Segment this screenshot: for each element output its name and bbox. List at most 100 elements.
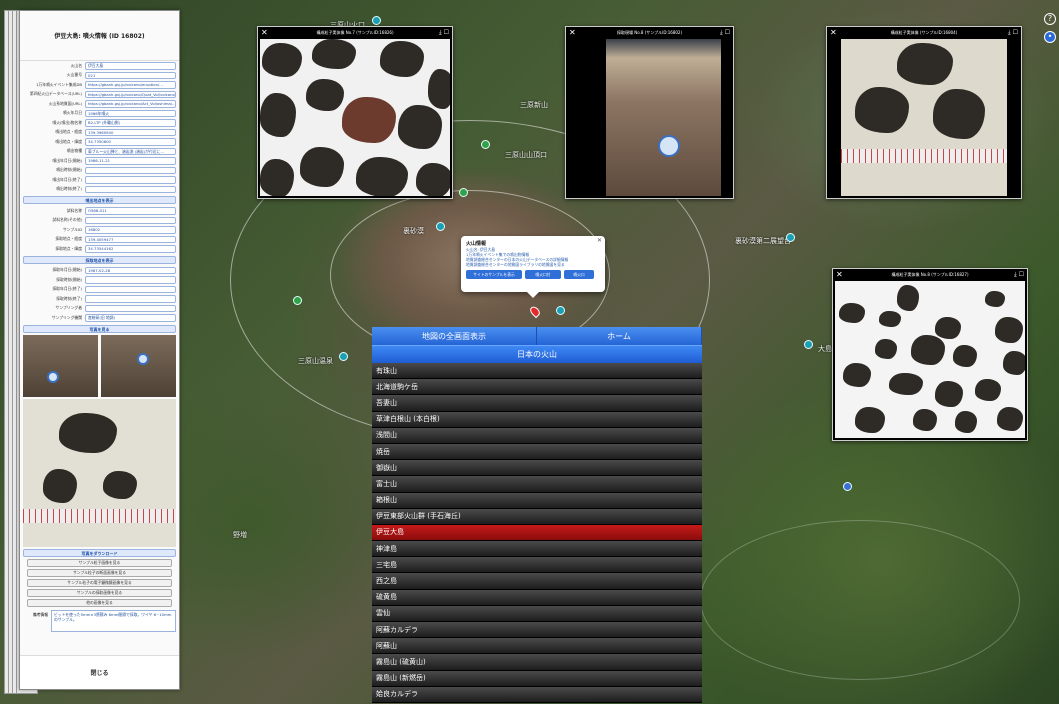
volcano-list-item[interactable]: 三宅島 [372, 557, 702, 574]
map-poi-marker[interactable] [481, 140, 490, 149]
volcano-list-item[interactable]: 御嶽山 [372, 460, 702, 477]
field-value[interactable] [85, 295, 176, 303]
crater-button-1[interactable]: 噴火口付 [525, 270, 561, 279]
volcano-list-item[interactable]: 阿蘇カルデラ [372, 622, 702, 639]
volcano-list-item[interactable]: 霧島山 (硫黄山) [372, 654, 702, 671]
volcano-list-item[interactable]: 西之島 [372, 573, 702, 590]
field-value[interactable]: 34.73544162 [85, 245, 176, 253]
map-poi-marker[interactable] [339, 352, 348, 361]
volcano-list-item[interactable]: 神津島 [372, 541, 702, 558]
field-value[interactable]: 34.7350600 [85, 138, 176, 146]
location-icon[interactable]: • [1044, 31, 1056, 43]
photo-window-1[interactable]: ✕ 構成粒子実体像 No.7 (サンプルID:16826) ⤓ ☐ [257, 26, 453, 199]
field-value[interactable]: https://gbank.gsj.jp/volcano/Quat_Vol/vo… [85, 90, 176, 98]
volcano-list-item[interactable]: 硫黄島 [372, 589, 702, 606]
volcano-list-item[interactable]: 焼岳 [372, 443, 702, 461]
home-button[interactable]: ホーム [537, 327, 702, 345]
volcano-list-item[interactable]: 霧島山 (新燃岳) [372, 670, 702, 687]
photo-window-4[interactable]: ✕ 構成粒子実体像 No.8 (サンプルID:16827) ⤓ ☐ [832, 268, 1028, 441]
volcano-list-item[interactable]: 阿蘇山 [372, 638, 702, 655]
field-value[interactable]: 021 [85, 71, 176, 79]
photo-tools-icon[interactable]: ⤓ ☐ [720, 28, 730, 37]
field-value[interactable] [85, 176, 176, 184]
field-value[interactable]: 139.4059477 [85, 235, 176, 243]
photo-window-3[interactable]: ✕ 構成粒子実体像 (サンプルID:16804) ⤓ ☐ [826, 26, 1022, 199]
map-poi-marker[interactable] [372, 16, 381, 25]
field-value[interactable]: B2-LTP (外輪山側) [85, 119, 176, 127]
field-row: 噴火(噴出)物名称 B2-LTP (外輪山側) [20, 118, 179, 128]
volcano-list-item[interactable]: 富士山 [372, 476, 702, 493]
field-row: 噴出時刻(開始) [20, 166, 179, 176]
photo-tools-icon[interactable]: ⤓ ☐ [1014, 270, 1024, 279]
volcano-list-item-selected[interactable]: 伊豆大島 [372, 524, 702, 542]
field-label: 採取時刻(終了) [56, 295, 82, 301]
field-value[interactable]: 1987-02-28 [85, 266, 176, 274]
map-poi-marker[interactable] [459, 188, 468, 197]
close-icon[interactable]: ✕ [261, 28, 268, 37]
download-option-button[interactable]: サンプル粒子の電子顕微鏡画像を見る [27, 578, 172, 587]
close-icon[interactable]: ✕ [836, 270, 843, 279]
show-eruption-point-button[interactable]: 噴出地点を表示 [23, 196, 176, 204]
field-value[interactable]: 139.3960940 [85, 128, 176, 136]
field-value[interactable]: 伊豆大島 [85, 62, 176, 70]
close-icon[interactable]: ✕ [597, 237, 602, 244]
field-value[interactable] [85, 276, 176, 284]
volcano-list-item[interactable]: 草津白根山 (本白根) [372, 411, 702, 428]
show-sampling-point-button[interactable]: 採取地点を表示 [23, 255, 176, 264]
map-poi-marker[interactable] [843, 482, 852, 491]
field-label: サンプルID [62, 226, 82, 232]
field-value[interactable]: O586-011 [85, 207, 176, 215]
map-poi-marker[interactable] [786, 233, 795, 242]
volcano-list-item[interactable]: 伊豆東部火山群 (手石海丘) [372, 508, 702, 525]
field-value[interactable] [85, 185, 176, 193]
field-value[interactable]: https://gbank.gsj.jp/volcano/Act_Vol/osh… [85, 100, 176, 108]
field-label: 試料名称 [66, 207, 82, 213]
photo-tools-icon[interactable]: ⤓ ☐ [439, 28, 449, 37]
close-icon[interactable]: ✕ [830, 28, 837, 37]
field-value[interactable]: 車ブルー火山弾と、溶岩流 (溶岩)が付近に... [85, 147, 176, 155]
volcano-list-item[interactable]: 有珠山 [372, 363, 702, 380]
field-value[interactable] [85, 304, 176, 312]
field-value[interactable]: https://gbank.gsj.jp/volcano/eruption/..… [85, 81, 176, 89]
help-icon[interactable]: ? [1044, 13, 1056, 25]
photo-image [260, 39, 450, 196]
panel-photo-site-2[interactable] [101, 334, 176, 397]
volcano-list-panel: 地図の全画面表示 ホーム 日本の火山 有珠山 北海道駒ケ岳 吾妻山 草津白根山 (本白… [372, 327, 702, 704]
map-poi-marker[interactable] [804, 340, 813, 349]
field-row: 噴出地点・緯度 34.7350600 [20, 137, 179, 147]
volcano-list-item[interactable]: 北海道駒ケ岳 [372, 379, 702, 396]
download-option-button[interactable]: 他の画像を見る [27, 598, 172, 607]
field-row: 採取時刻(開始) [20, 275, 179, 285]
field-value[interactable] [85, 216, 176, 224]
popup-link[interactable]: 地質調査総合センターの地質図ライブラリの地質図を見る [466, 262, 600, 267]
field-value[interactable]: 産総研(旧 地調) [85, 314, 176, 322]
close-panel-button[interactable]: 閉じる [20, 655, 179, 689]
close-icon[interactable]: ✕ [569, 28, 576, 37]
field-value[interactable]: 1986-11-21 [85, 157, 176, 165]
photo-window-2[interactable]: ✕ 採取現場 No.8 (サンプルID:16802) ⤓ ☐ [565, 26, 734, 199]
panel-photo-site-1[interactable] [23, 334, 98, 397]
field-value[interactable]: 1986年噴火 [85, 109, 176, 117]
panel-photo-rocks[interactable] [23, 398, 176, 547]
map-poi-marker[interactable] [556, 306, 565, 315]
volcano-list-item[interactable]: 雲仙 [372, 605, 702, 622]
map-poi-marker[interactable] [436, 222, 445, 231]
download-option-button[interactable]: サンプルの採取画像を見る [27, 588, 172, 597]
volcano-list-item[interactable]: 箱根山 [372, 492, 702, 509]
field-value[interactable]: 16802 [85, 226, 176, 234]
view-photos-button[interactable]: 写真を見る [23, 324, 176, 333]
crater-button-2[interactable]: 噴火口 [564, 270, 594, 279]
map-poi-marker[interactable] [293, 296, 302, 305]
fullscreen-map-button[interactable]: 地図の全画面表示 [372, 327, 537, 345]
volcano-list-item[interactable]: 浅間山 [372, 427, 702, 444]
field-value[interactable] [85, 166, 176, 174]
download-photos-button[interactable]: 写真をダウンロード [23, 548, 176, 557]
volcano-list-item[interactable]: 姶良カルデラ [372, 686, 702, 703]
photo-tools-icon[interactable]: ⤓ ☐ [1008, 28, 1018, 37]
show-site-samples-button[interactable]: サイトのサンプルを表示 [466, 270, 522, 279]
download-option-button[interactable]: サンプル粒子画像を見る [27, 558, 172, 567]
volcano-list-item[interactable]: 吾妻山 [372, 395, 702, 412]
road-line [700, 520, 1020, 680]
download-option-button[interactable]: サンプル粒子の断面画像を見る [27, 568, 172, 577]
field-value[interactable] [85, 285, 176, 293]
